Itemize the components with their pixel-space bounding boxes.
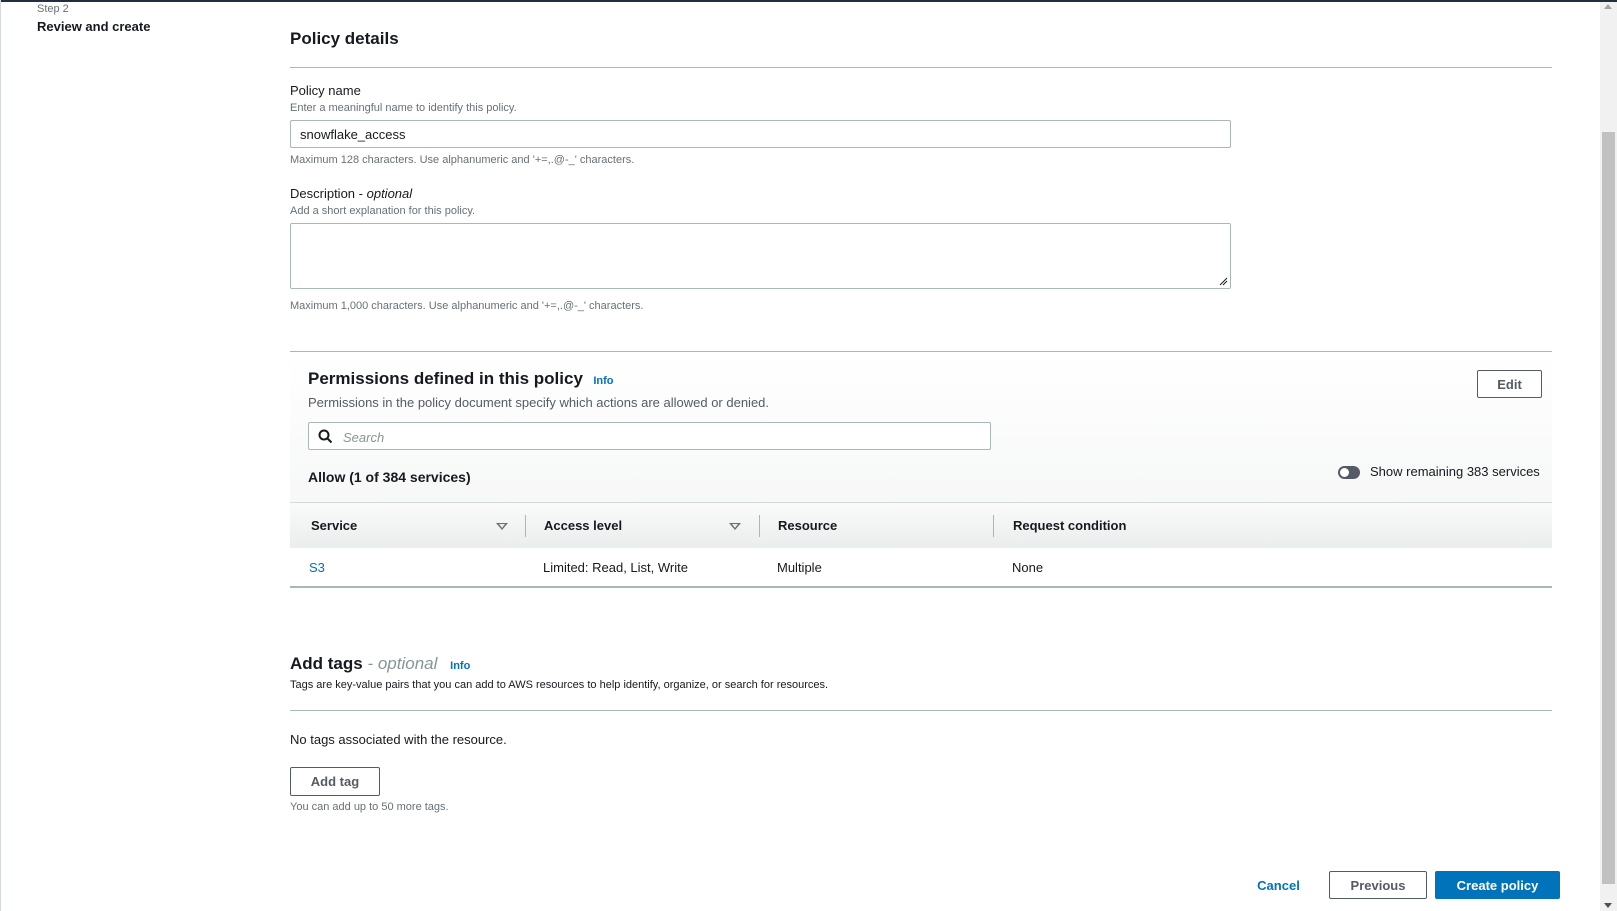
search-icon (318, 429, 333, 444)
service-sort-icon[interactable] (496, 523, 508, 530)
cancel-button[interactable]: Cancel (1242, 871, 1315, 899)
request-condition-cell: None (1012, 560, 1044, 575)
add-tags-optional: - optional (367, 654, 438, 673)
top-border (0, 0, 1617, 2)
table-row: S3 Limited: Read, List, Write Multiple N… (290, 548, 1552, 588)
description-constraint: Maximum 1,000 characters. Use alphanumer… (290, 300, 644, 312)
access-level-sort-icon[interactable] (729, 523, 741, 530)
add-tag-button[interactable]: Add tag (290, 767, 380, 796)
policy-name-constraint: Maximum 128 characters. Use alphanumeric… (290, 154, 635, 166)
scroll-up-arrow-icon[interactable] (1604, 4, 1612, 9)
resize-handle-icon[interactable] (1218, 276, 1228, 286)
column-header-service[interactable]: Service (311, 518, 357, 533)
tags-divider (290, 710, 1552, 711)
show-remaining-services-label: Show remaining 383 services (1370, 464, 1540, 479)
description-textarea[interactable] (290, 223, 1231, 289)
permissions-search-input[interactable] (341, 427, 985, 447)
column-header-access-level[interactable]: Access level (544, 518, 622, 533)
column-separator (759, 515, 760, 537)
policy-name-label: Policy name (290, 83, 361, 98)
permissions-header: Permissions defined in this policy Info (308, 369, 614, 389)
permissions-table-header: Service Access level Resource Request co… (290, 502, 1552, 550)
description-label-separator: - (358, 186, 367, 201)
policy-name-hint: Enter a meaningful name to identify this… (290, 102, 517, 114)
column-header-resource: Resource (778, 518, 838, 533)
permissions-search-box[interactable] (308, 422, 991, 450)
scrollbar-thumb[interactable] (1602, 132, 1615, 884)
permissions-subtitle: Permissions in the policy document speci… (308, 395, 770, 410)
show-remaining-services-toggle[interactable] (1338, 466, 1360, 479)
description-label-text: Description (290, 186, 356, 201)
column-separator (525, 515, 526, 537)
access-level-cell: Limited: Read, List, Write (543, 560, 688, 575)
add-tags-title: Add tags (290, 654, 363, 673)
policy-name-input[interactable] (290, 120, 1231, 148)
step-title-review-and-create[interactable]: Review and create (37, 19, 150, 34)
toggle-knob (1340, 468, 1349, 477)
description-optional-text: optional (366, 186, 413, 201)
service-link-s3[interactable]: S3 (309, 560, 325, 575)
resource-cell: Multiple (777, 560, 822, 575)
description-hint: Add a short explanation for this policy. (290, 205, 476, 217)
permissions-title: Permissions defined in this policy (308, 369, 583, 388)
no-tags-text: No tags associated with the resource. (290, 732, 507, 747)
tags-description: Tags are key-value pairs that you can ad… (290, 679, 829, 691)
policy-details-divider (290, 67, 1552, 68)
add-tags-heading: Add tags - optional Info (290, 654, 470, 674)
column-separator (993, 515, 994, 537)
left-border (0, 0, 1, 911)
step-label: Step 2 (37, 3, 69, 15)
edit-button[interactable]: Edit (1477, 370, 1542, 398)
permissions-info-link[interactable]: Info (593, 375, 613, 387)
vertical-scrollbar[interactable] (1600, 2, 1617, 911)
create-policy-button[interactable]: Create policy (1435, 871, 1560, 899)
tags-info-link[interactable]: Info (450, 660, 470, 672)
column-header-request-condition: Request condition (1013, 518, 1127, 533)
previous-button[interactable]: Previous (1329, 871, 1427, 899)
policy-details-heading: Policy details (290, 29, 399, 48)
scroll-down-arrow-icon[interactable] (1604, 903, 1612, 908)
allow-summary: Allow (1 of 384 services) (308, 469, 471, 485)
tags-limit-hint: You can add up to 50 more tags. (290, 801, 449, 813)
description-label: Description - optional (290, 186, 412, 201)
